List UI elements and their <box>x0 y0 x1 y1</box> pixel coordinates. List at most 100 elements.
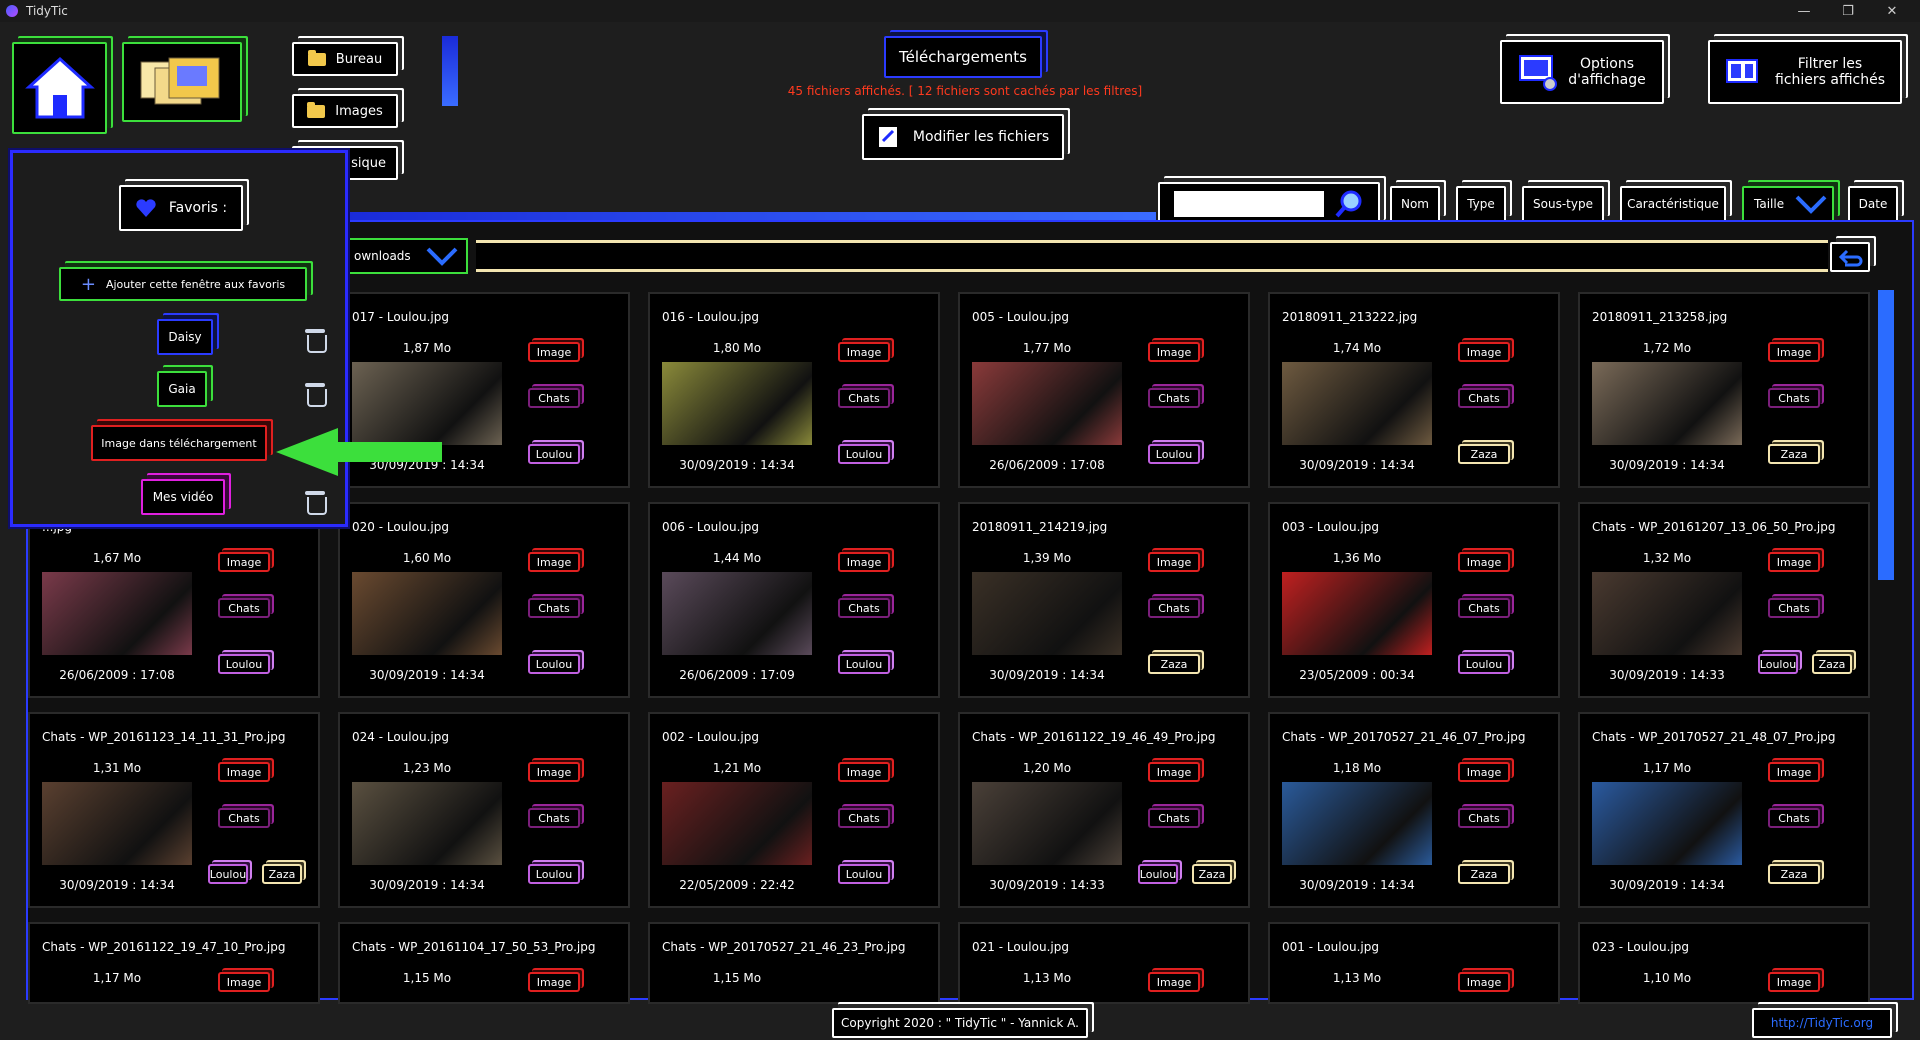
file-card[interactable]: Chats - WP_20170527_21_48_07_Pro.jpg 1,17… <box>1578 712 1870 908</box>
tag-image[interactable]: Image <box>1458 762 1510 782</box>
file-thumbnail[interactable] <box>972 572 1122 655</box>
delete-favorite-icon[interactable] <box>303 379 327 407</box>
tag-chats[interactable]: Chats <box>1148 808 1200 828</box>
tag-chats[interactable]: Chats <box>1148 598 1200 618</box>
bureau-button[interactable]: Bureau <box>292 42 398 76</box>
file-thumbnail[interactable] <box>662 362 812 445</box>
delete-favorite-icon[interactable] <box>303 487 327 515</box>
tag-image[interactable]: Image <box>838 552 890 572</box>
tag-image[interactable]: Image <box>218 552 270 572</box>
sort-name-button[interactable]: Nom <box>1390 186 1440 222</box>
tag-image[interactable]: Image <box>1768 342 1820 362</box>
tag-loulou[interactable]: Loulou <box>528 864 580 884</box>
tag-zaza[interactable]: Zaza <box>1148 654 1200 674</box>
tag-loulou[interactable]: Loulou <box>1148 444 1200 464</box>
sort-type-button[interactable]: Type <box>1456 186 1506 222</box>
tag-image[interactable]: Image <box>1458 552 1510 572</box>
tag-chats[interactable]: Chats <box>1458 598 1510 618</box>
tag-image[interactable]: Image <box>1148 552 1200 572</box>
close-button[interactable]: ✕ <box>1870 0 1914 22</box>
tag-image[interactable]: Image <box>1458 342 1510 362</box>
display-options-button[interactable]: Options d'affichage <box>1500 40 1664 104</box>
file-card[interactable]: Chats - WP_20161122_19_46_49_Pro.jpg 1,20… <box>958 712 1250 908</box>
tag-image[interactable]: Image <box>1148 972 1200 992</box>
tag-chats[interactable]: Chats <box>528 808 580 828</box>
file-thumbnail[interactable] <box>1592 782 1742 865</box>
sort-size-button[interactable]: Taille <box>1742 186 1834 222</box>
tag-chats[interactable]: Chats <box>528 598 580 618</box>
website-link[interactable]: http://TidyTic.org <box>1752 1008 1892 1038</box>
tag-chats[interactable]: Chats <box>1458 388 1510 408</box>
tag-chats[interactable]: Chats <box>838 598 890 618</box>
tag-image[interactable]: Image <box>838 342 890 362</box>
tag-chats[interactable]: Chats <box>838 388 890 408</box>
file-thumbnail[interactable] <box>1282 572 1432 655</box>
tag-image[interactable]: Image <box>528 972 580 992</box>
file-card[interactable]: 001 - Loulou.jpg 1,13 Mo Image <box>1268 922 1560 1004</box>
file-thumbnail[interactable] <box>1592 572 1742 655</box>
tag-chats[interactable]: Chats <box>1458 808 1510 828</box>
favorite-mes-video-button[interactable]: Mes vidéo <box>141 479 225 515</box>
file-card[interactable]: Chats - WP_20161123_14_11_31_Pro.jpg 1,31… <box>28 712 320 908</box>
tag-loulou[interactable]: Loulou <box>1758 654 1798 674</box>
file-card[interactable]: ...jpg 1,67 Mo 26/06/2009 : 17:08 Image Chat… <box>28 502 320 698</box>
tag-loulou[interactable]: Loulou <box>1138 864 1178 884</box>
tag-image[interactable]: Image <box>218 972 270 992</box>
tag-chats[interactable]: Chats <box>1768 598 1820 618</box>
tag-loulou[interactable]: Loulou <box>528 444 580 464</box>
tag-image[interactable]: Image <box>1768 762 1820 782</box>
tag-zaza[interactable]: Zaza <box>1812 654 1852 674</box>
favorite-daisy-button[interactable]: Daisy <box>157 319 213 355</box>
file-thumbnail[interactable] <box>1282 362 1432 445</box>
tag-loulou[interactable]: Loulou <box>838 654 890 674</box>
tag-image[interactable]: Image <box>528 762 580 782</box>
file-card[interactable]: 021 - Loulou.jpg 1,13 Mo Image <box>958 922 1250 1004</box>
current-location-button[interactable]: Téléchargements <box>884 36 1042 78</box>
sort-characteristic-button[interactable]: Caractéristique <box>1620 186 1726 222</box>
tag-chats[interactable]: Chats <box>1148 388 1200 408</box>
filter-files-button[interactable]: Filtrer les fichiers affichés <box>1708 40 1902 104</box>
tag-loulou[interactable]: Loulou <box>838 864 890 884</box>
file-thumbnail[interactable] <box>352 572 502 655</box>
modify-files-button[interactable]: Modifier les fichiers <box>862 114 1064 160</box>
file-card[interactable]: Chats - WP_20170527_21_46_07_Pro.jpg 1,18… <box>1268 712 1560 908</box>
favorite-image-telechargement-button[interactable]: Image dans téléchargement <box>91 425 267 461</box>
tag-loulou[interactable]: Loulou <box>218 654 270 674</box>
file-card[interactable]: Chats - WP_20161207_13_06_50_Pro.jpg 1,32… <box>1578 502 1870 698</box>
folders-button[interactable] <box>122 42 242 122</box>
tag-chats[interactable]: Chats <box>218 598 270 618</box>
file-thumbnail[interactable] <box>42 572 192 655</box>
file-card[interactable]: Chats - WP_20161104_17_50_53_Pro.jpg 1,15… <box>338 922 630 1004</box>
images-button[interactable]: Images <box>292 94 398 128</box>
tag-image[interactable]: Image <box>838 762 890 782</box>
tag-chats[interactable]: Chats <box>838 808 890 828</box>
add-favorite-button[interactable]: + Ajouter cette fenêtre aux favoris <box>59 267 307 301</box>
tag-zaza[interactable]: Zaza <box>1192 864 1232 884</box>
file-card[interactable]: 023 - Loulou.jpg 1,10 Mo Image <box>1578 922 1870 1004</box>
tag-zaza[interactable]: Zaza <box>1768 444 1820 464</box>
tag-image[interactable]: Image <box>1768 552 1820 572</box>
tag-zaza[interactable]: Zaza <box>1458 444 1510 464</box>
tag-zaza[interactable]: Zaza <box>1768 864 1820 884</box>
file-card[interactable]: 20180911_213222.jpg 1,74 Mo 30/09/2019 : 1… <box>1268 292 1560 488</box>
home-button[interactable] <box>12 42 107 134</box>
search-input[interactable] <box>1174 191 1324 217</box>
file-thumbnail[interactable] <box>972 362 1122 445</box>
file-thumbnail[interactable] <box>662 572 812 655</box>
tag-image[interactable]: Image <box>1768 972 1820 992</box>
file-thumbnail[interactable] <box>972 782 1122 865</box>
search-icon[interactable] <box>1334 189 1364 219</box>
tag-zaza[interactable]: Zaza <box>1458 864 1510 884</box>
path-dropdown[interactable]: ownloads <box>348 238 468 274</box>
file-card[interactable]: Chats - WP_20170527_21_46_23_Pro.jpg 1,15… <box>648 922 940 1004</box>
file-thumbnail[interactable] <box>1592 362 1742 445</box>
file-thumbnail[interactable] <box>662 782 812 865</box>
nav-scrollbar[interactable] <box>442 36 458 106</box>
tag-loulou[interactable]: Loulou <box>838 444 890 464</box>
file-card[interactable]: 020 - Loulou.jpg 1,60 Mo 30/09/2019 : 14:3… <box>338 502 630 698</box>
tag-loulou[interactable]: Loulou <box>528 654 580 674</box>
tag-chats[interactable]: Chats <box>1768 388 1820 408</box>
tag-zaza[interactable]: Zaza <box>262 864 302 884</box>
file-card[interactable]: 005 - Loulou.jpg 1,77 Mo 26/06/2009 : 17:0… <box>958 292 1250 488</box>
tag-image[interactable]: Image <box>1458 972 1510 992</box>
